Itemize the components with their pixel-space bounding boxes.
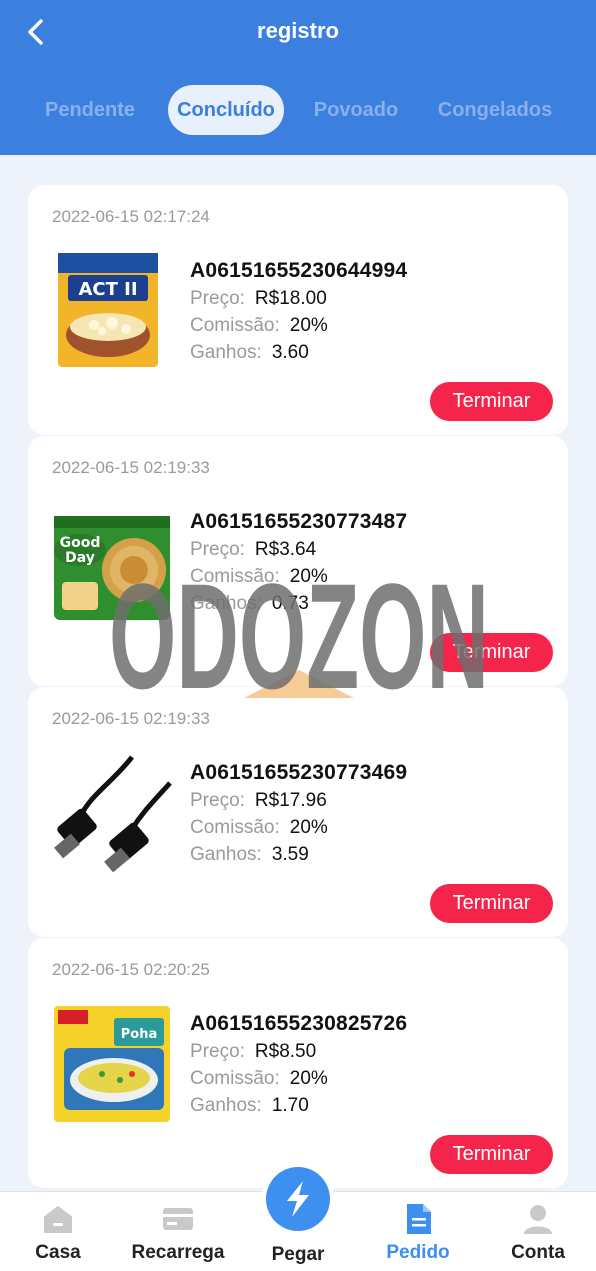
order-date: 2022-06-15 02:19:33 [52,458,210,477]
commission-label: Comissão: [190,315,280,336]
order-info: A06151655230773469 Preço: R$17.96 Comissã… [190,761,407,866]
earnings-value: 3.60 [271,342,309,363]
svg-text:Poha: Poha [121,1027,158,1042]
svg-text:Good: Good [60,535,101,551]
order-date: 2022-06-15 02:20:25 [52,960,210,979]
commission-row: Comissão: 20% [190,566,407,588]
price-row: Preço: R$17.96 [190,790,407,812]
order-id: A06151655230773469 [190,761,408,784]
commission-label: Comissão: [190,566,280,587]
svg-text:Day: Day [65,550,95,566]
commission-row: Comissão: 20% [190,817,407,839]
tab-povoado[interactable]: Povoado [300,85,412,135]
commission-value: 20% [289,817,328,838]
earnings-label: Ganhos: [190,342,262,363]
hdmi-cable-icon [52,753,172,873]
earnings-value: 0.73 [271,593,309,614]
nav-label[interactable]: Pegar [238,1244,358,1266]
nav-casa[interactable]: Casa [0,1202,118,1268]
document-icon [407,1204,431,1234]
commission-row: Comissão: 20% [190,315,407,337]
popcorn-package-icon: ACT II [52,251,172,371]
order-date: 2022-06-15 02:19:33 [52,709,210,728]
price-label: Preço: [190,539,245,560]
order-id: A06151655230644994 [190,259,408,282]
tab-congelados[interactable]: Congelados [428,85,562,135]
nav-label: Conta [511,1242,565,1263]
order-card: 2022-06-15 02:19:33 A06151655230773469 P… [28,687,568,937]
order-info: A06151655230644994 Preço: R$18.00 Comissã… [190,259,407,364]
commission-label: Comissão: [190,1068,280,1089]
price-row: Preço: R$18.00 [190,288,407,310]
user-icon [524,1205,552,1234]
finish-button[interactable]: Terminar [430,382,553,421]
nav-conta[interactable]: Conta [478,1202,596,1268]
tab-pendente[interactable]: Pendente [30,85,150,135]
page-title: registro [257,18,339,43]
lightning-icon [287,1181,309,1217]
commission-row: Comissão: 20% [190,1068,407,1090]
earnings-label: Ganhos: [190,593,262,614]
nav-label: Pedido [386,1242,450,1263]
tab-concluido[interactable]: Concluído [168,85,284,135]
order-card: 2022-06-15 02:19:33 Good Day A0615165523… [28,436,568,686]
earnings-row: Ganhos: 1.70 [190,1095,407,1117]
earnings-value: 3.59 [271,844,309,865]
card-icon [163,1208,193,1230]
price-value: R$8.50 [254,1041,317,1062]
commission-value: 20% [289,1068,328,1089]
finish-button[interactable]: Terminar [430,884,553,923]
finish-button[interactable]: Terminar [430,1135,553,1174]
svg-text:ACT II: ACT II [78,279,137,300]
commission-value: 20% [289,566,328,587]
earnings-value: 1.70 [271,1095,309,1116]
order-date: 2022-06-15 02:17:24 [52,207,210,226]
finish-button[interactable]: Terminar [430,633,553,672]
status-tabs: Pendente Concluído Povoado Congelados [0,85,596,135]
home-icon [44,1206,72,1233]
biscuit-package-icon: Good Day [52,502,172,622]
commission-value: 20% [289,315,328,336]
order-info: A06151655230773487 Preço: R$3.64 Comissão… [190,510,407,615]
price-value: R$3.64 [254,539,317,560]
nav-pedido[interactable]: Pedido [358,1202,478,1268]
app-header: registro Pendente Concluído Povoado Cong… [0,0,596,155]
order-card: 2022-06-15 02:20:25 Poha A06151655230825… [28,938,568,1188]
commission-label: Comissão: [190,817,280,838]
earnings-row: Ganhos: 3.60 [190,342,407,364]
fab-circle [266,1167,330,1231]
order-info: A06151655230825726 Preço: R$8.50 Comissão… [190,1012,407,1117]
price-label: Preço: [190,790,245,811]
price-row: Preço: R$8.50 [190,1041,407,1063]
grab-order-button[interactable] [262,1163,334,1235]
price-row: Preço: R$3.64 [190,539,407,561]
nav-label: Recarrega [131,1242,225,1263]
price-value: R$17.96 [254,790,327,811]
earnings-label: Ganhos: [190,844,262,865]
price-value: R$18.00 [254,288,327,309]
order-id: A06151655230773487 [190,510,408,533]
earnings-row: Ganhos: 0.73 [190,593,407,615]
earnings-label: Ganhos: [190,1095,262,1116]
nav-label: Casa [35,1242,81,1263]
earnings-row: Ganhos: 3.59 [190,844,407,866]
price-label: Preço: [190,288,245,309]
nav-recarrega[interactable]: Recarrega [118,1202,238,1268]
price-label: Preço: [190,1041,245,1062]
order-id: A06151655230825726 [190,1012,408,1035]
noodle-package-icon: Poha [52,1004,172,1124]
order-card: 2022-06-15 02:17:24 ACT II A061516552306… [28,185,568,435]
